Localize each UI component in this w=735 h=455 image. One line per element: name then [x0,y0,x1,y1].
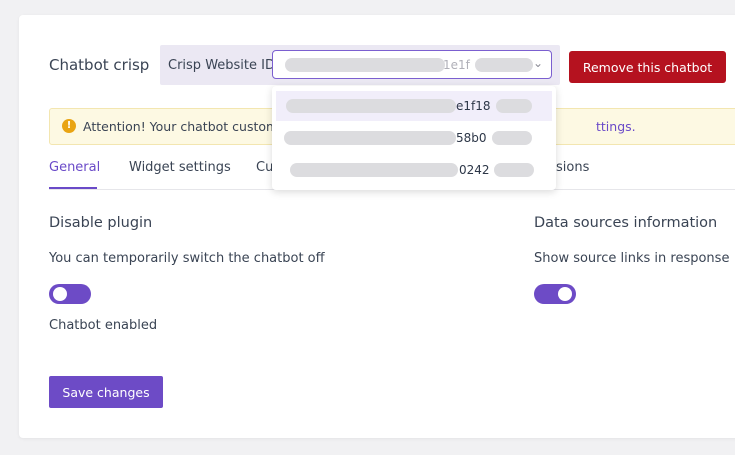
redacted-value [475,58,533,72]
alert-text: Attention! Your chatbot custom [83,119,279,134]
crisp-id-label: Crisp Website ID: [168,58,280,73]
data-sources-description: Show source links in response [534,251,730,266]
dropdown-option[interactable]: 0242 [276,155,552,185]
redacted-value [285,58,445,72]
data-sources-heading: Data sources information [534,215,718,231]
chatbot-status-label: Chatbot enabled [49,318,158,333]
dropdown-option[interactable]: 58b0 [276,123,552,153]
option-visible-text: e1f18 [456,99,491,113]
option-visible-text: 58b0 [456,131,487,145]
disable-plugin-heading: Disable plugin [49,215,153,231]
source-links-toggle[interactable] [534,284,576,304]
tab-widget-settings[interactable]: Widget settings [129,160,231,175]
redacted-value [286,99,456,113]
select-visible-value: 1e1f [443,58,470,72]
redacted-value [496,99,532,113]
disable-plugin-description: You can temporarily switch the chatbot o… [49,251,325,266]
tab-general[interactable]: General [49,160,100,175]
redacted-value [290,163,458,177]
tab-customization[interactable]: Cu [256,160,273,175]
toggle-knob [558,287,572,301]
save-changes-button[interactable]: Save changes [49,376,163,408]
tab-permissions[interactable]: sions [556,160,589,175]
option-visible-text: 0242 [459,163,490,177]
toggle-knob [53,287,67,301]
page-title: Chatbot crisp [49,56,150,74]
crisp-website-id-select[interactable]: 1e1f ⌄ [272,50,552,79]
alert-settings-link[interactable]: ttings. [596,119,636,134]
warning-icon: ! [62,119,76,133]
remove-chatbot-button[interactable]: Remove this chatbot [569,51,726,83]
active-tab-indicator [49,187,97,189]
crisp-id-dropdown: e1f18 58b0 0242 [272,86,556,190]
disable-plugin-toggle[interactable] [49,284,91,304]
chevron-down-icon: ⌄ [532,56,543,70]
dropdown-option[interactable]: e1f18 [276,91,552,121]
redacted-value [492,131,532,145]
redacted-value [284,131,456,145]
redacted-value [494,163,534,177]
